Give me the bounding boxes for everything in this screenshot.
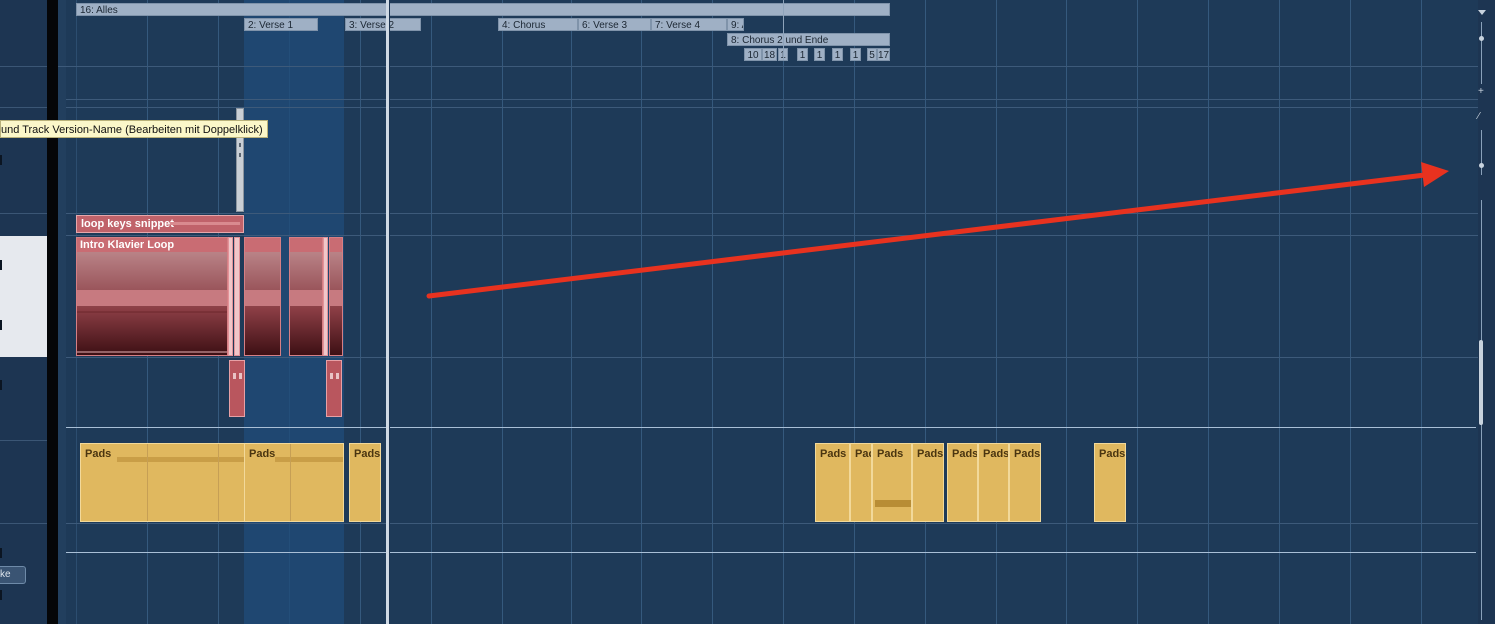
project-window: ke 16: Alles 2: Verse 1 3: Verse 2 4: Ch… [0, 0, 1495, 624]
red-annotation-arrow [426, 162, 1449, 299]
